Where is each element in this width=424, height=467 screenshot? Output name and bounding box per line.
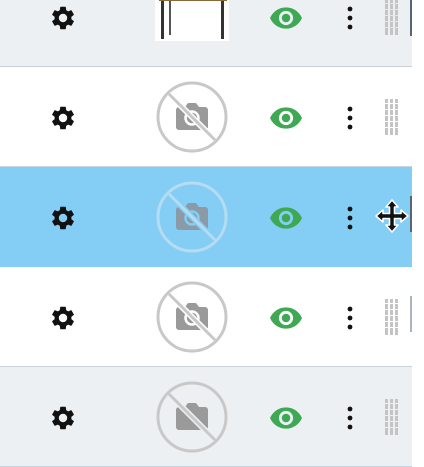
more-options-icon[interactable] [344, 106, 356, 130]
scrollbar-edge [410, 196, 412, 232]
gear-icon[interactable] [49, 4, 77, 32]
no-image-camera-icon[interactable] [155, 180, 229, 254]
list-item[interactable] [0, 0, 412, 67]
move-cursor-icon [375, 199, 409, 233]
gear-icon[interactable] [49, 304, 77, 332]
eye-icon[interactable] [270, 407, 302, 429]
list-item-selected[interactable] [0, 167, 412, 267]
scrollbar-edge [410, 296, 412, 332]
gear-icon[interactable] [49, 204, 77, 232]
no-image-camera-icon[interactable] [155, 80, 229, 154]
eye-icon[interactable] [270, 307, 302, 329]
more-options-icon[interactable] [344, 306, 356, 330]
more-options-icon[interactable] [344, 406, 356, 430]
no-image-camera-icon[interactable] [155, 280, 229, 354]
list-item[interactable] [0, 367, 412, 467]
list-item[interactable] [0, 67, 412, 167]
drag-handle-icon[interactable] [383, 297, 401, 337]
eye-icon[interactable] [270, 207, 302, 229]
list-item[interactable] [0, 267, 412, 367]
gear-icon[interactable] [49, 404, 77, 432]
drag-handle-icon[interactable] [383, 397, 401, 437]
gear-icon[interactable] [49, 104, 77, 132]
more-options-icon[interactable] [344, 206, 356, 230]
more-options-icon[interactable] [344, 6, 356, 30]
drag-handle-icon[interactable] [383, 97, 401, 137]
no-image-camera-icon[interactable] [155, 380, 229, 454]
scrollbar-edge [410, 0, 412, 36]
eye-icon[interactable] [270, 7, 302, 29]
table-thumbnail[interactable] [155, 0, 229, 41]
drag-handle-icon[interactable] [383, 0, 401, 37]
eye-icon[interactable] [270, 107, 302, 129]
